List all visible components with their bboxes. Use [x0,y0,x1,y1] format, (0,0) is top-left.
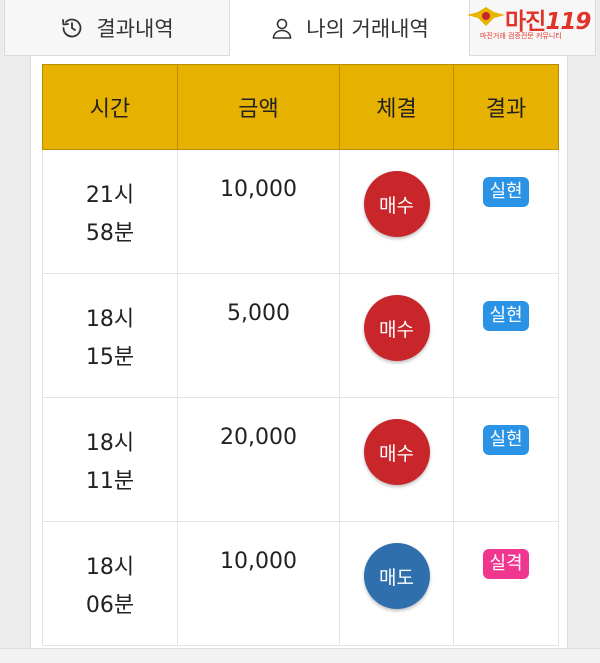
buy-badge: 매수 [363,171,430,237]
logo-emblem-icon [467,7,505,26]
cell-amount: 10,000 [177,149,340,274]
logo: 마진119 마진거래 검증전문 커뮤니티 [466,4,596,40]
cell-result: 실현 [453,273,559,398]
header-amount: 금액 [177,64,340,150]
cell-result: 실현 [453,397,559,522]
logo-subtitle: 마진거래 검증전문 커뮤니티 [480,32,562,40]
table-row: 21시 58분 10,000 매수 실현 [42,149,559,274]
result-badge: 실현 [483,425,529,455]
tab-my-trades-label: 나의 거래내역 [306,17,429,41]
tab-my-trades[interactable]: 나의 거래내역 [230,0,470,56]
table-header-row: 시간 금액 체결 결과 [42,64,559,150]
cell-execution: 매수 [339,149,454,274]
history-icon [60,16,84,40]
cell-result: 실현 [453,149,559,274]
bottom-bar [0,648,600,663]
cell-time: 18시 15분 [42,273,178,398]
cell-amount: 10,000 [177,521,340,646]
result-badge: 실현 [483,301,529,331]
result-badge: 실격 [483,549,529,579]
tab-bar: 결과내역 나의 거래내역 마진119 마진거래 검증전문 커뮤니티 [0,0,600,56]
header-execution: 체결 [339,64,454,150]
buy-badge: 매수 [363,295,430,361]
cell-execution: 매도 [339,521,454,646]
header-result: 결과 [453,64,559,150]
cell-execution: 매수 [339,273,454,398]
table-row: 18시 11분 20,000 매수 실현 [42,397,559,522]
cell-amount: 5,000 [177,273,340,398]
cell-result: 실격 [453,521,559,646]
trade-history-table: 시간 금액 체결 결과 21시 58분 10,000 매수 실현 18시 15분 5… [42,64,559,646]
table-row: 18시 06분 10,000 매도 실격 [42,521,559,646]
buy-badge: 매수 [363,419,430,485]
cell-time: 21시 58분 [42,149,178,274]
cell-execution: 매수 [339,397,454,522]
cell-time: 18시 06분 [42,521,178,646]
table-row: 18시 15분 5,000 매수 실현 [42,273,559,398]
user-icon [270,16,294,40]
result-badge: 실현 [483,177,529,207]
header-time: 시간 [42,64,178,150]
tab-results-label: 결과내역 [96,16,174,41]
tab-results-history[interactable]: 결과내역 [4,0,230,56]
cell-time: 18시 11분 [42,397,178,522]
sell-badge: 매도 [363,543,430,609]
cell-amount: 20,000 [177,397,340,522]
